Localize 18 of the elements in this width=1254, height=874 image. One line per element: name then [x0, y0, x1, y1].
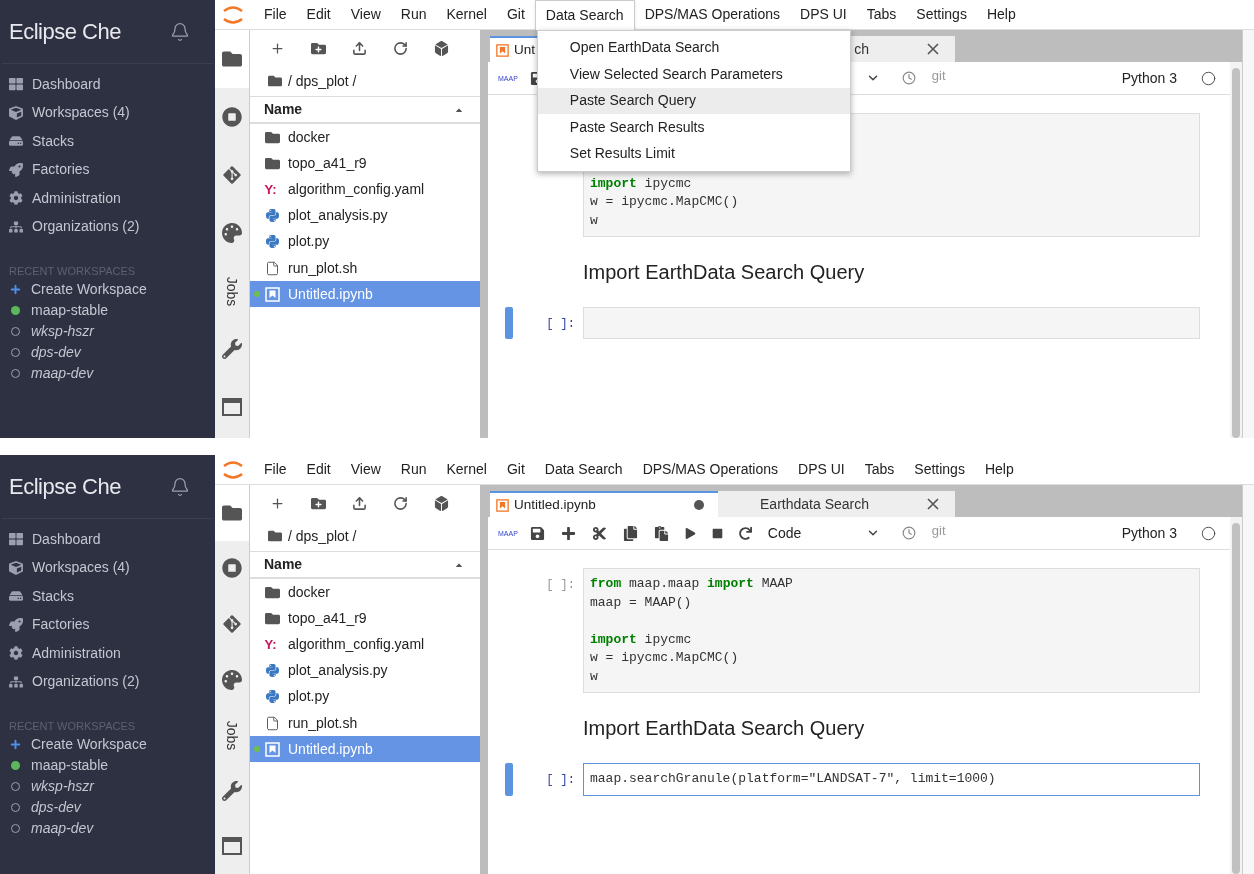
code-line: maap = MAAP() [590, 593, 693, 612]
cell-prompt: [ ]: [546, 772, 575, 789]
code-line: w = ipycmc.MapCMC() [590, 193, 740, 211]
cell-prompt: [ ]: [546, 316, 575, 333]
code-line: maap.searchGranule(platform="LANDSAT-7", limit=1000) [590, 770, 997, 788]
code-line: import ipycmc [590, 174, 693, 193]
cell-prompt: [ ]: [546, 577, 575, 594]
code-line: w [590, 667, 599, 686]
code-line: import ipycmc [590, 630, 693, 649]
brand-title: Eclipse Che [9, 473, 121, 501]
code-line: w = ipycmc.MapCMC() [590, 649, 740, 667]
code-line: w [590, 211, 599, 230]
yaml-icon: Y: [264, 179, 280, 200]
markdown-heading: Import EarthData Search Query [583, 260, 866, 285]
yaml-icon: Y: [264, 634, 280, 655]
code-line: from maap.maap import MAAP [590, 575, 794, 593]
markdown-heading: Import EarthData Search Query [583, 716, 866, 741]
brand-title: Eclipse Che [9, 18, 121, 46]
